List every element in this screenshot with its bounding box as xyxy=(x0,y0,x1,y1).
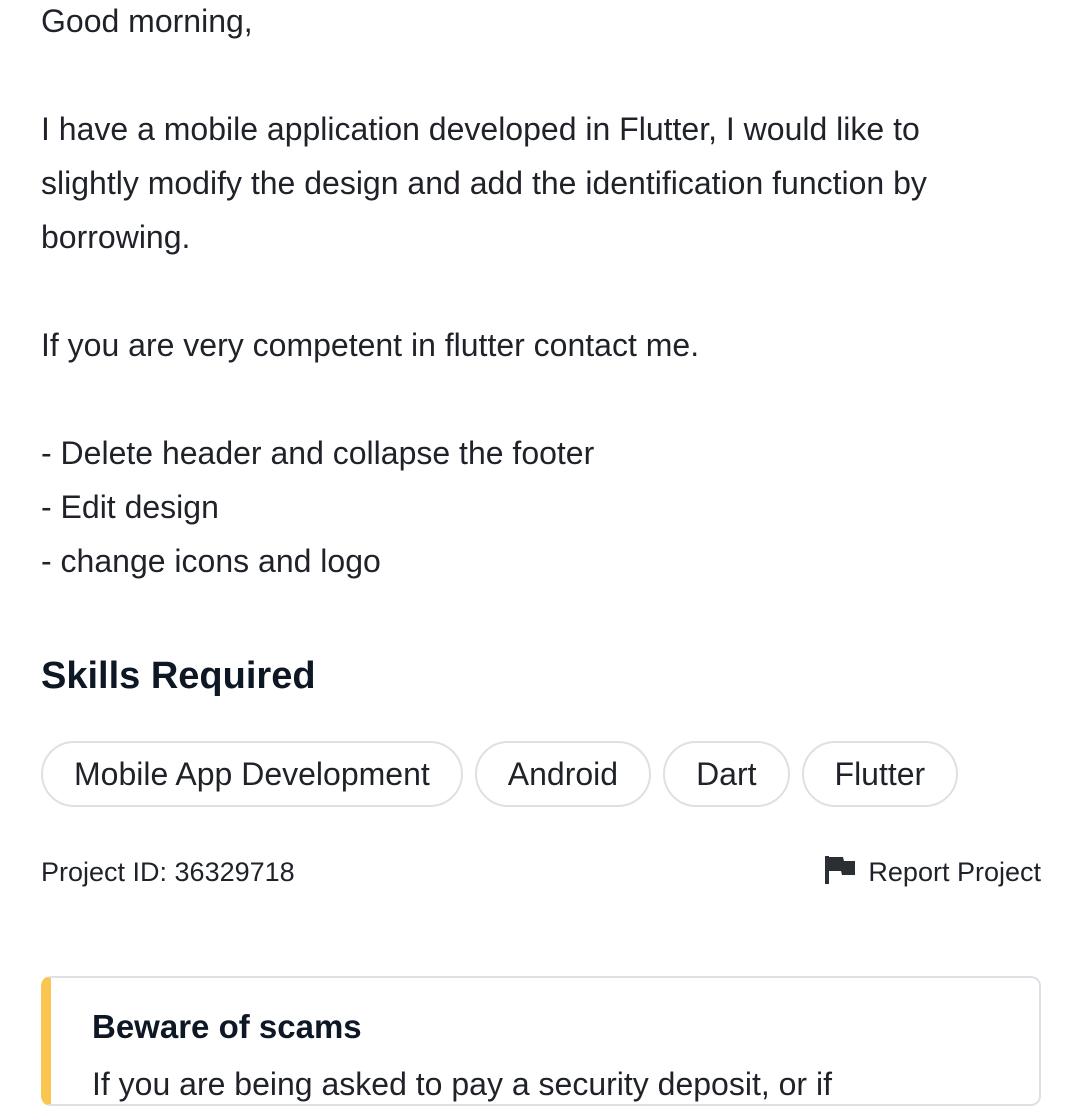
report-project-button[interactable]: Report Project xyxy=(823,852,1041,893)
skill-chip-dart[interactable]: Dart xyxy=(663,741,790,807)
report-project-label: Report Project xyxy=(868,856,1041,887)
skills-list: Mobile App Development Android Dart Flut… xyxy=(41,741,959,807)
skill-chip-flutter[interactable]: Flutter xyxy=(801,741,959,807)
description-line: I have a mobile application developed in… xyxy=(41,111,920,147)
flag-icon xyxy=(823,852,857,893)
project-meta-row: Project ID: 36329718 Report Project xyxy=(41,852,1041,892)
scam-warning-text: If you are being asked to pay a security… xyxy=(92,1066,832,1102)
description-line: slightly modify the design and add the i… xyxy=(41,165,927,201)
skill-chip-android[interactable]: Android xyxy=(474,741,652,807)
description-greeting: Good morning, xyxy=(41,3,253,39)
project-description: Good morning, I have a mobile applicatio… xyxy=(41,0,1041,588)
description-bullet: - Edit design xyxy=(41,489,219,525)
project-id: Project ID: 36329718 xyxy=(41,856,295,887)
description-bullet: - Delete header and collapse the footer xyxy=(41,435,595,471)
skill-chip-mobile-app-development[interactable]: Mobile App Development xyxy=(41,741,463,807)
scam-warning-box: Beware of scams If you are being asked t… xyxy=(41,976,1041,1106)
scam-warning-title: Beware of scams xyxy=(92,1008,362,1045)
project-details: Good morning, I have a mobile applicatio… xyxy=(41,0,1041,1106)
description-line: If you are very competent in flutter con… xyxy=(41,327,700,363)
skills-heading: Skills Required xyxy=(41,655,316,697)
description-bullet: - change icons and logo xyxy=(41,543,381,579)
description-line: borrowing. xyxy=(41,219,191,255)
